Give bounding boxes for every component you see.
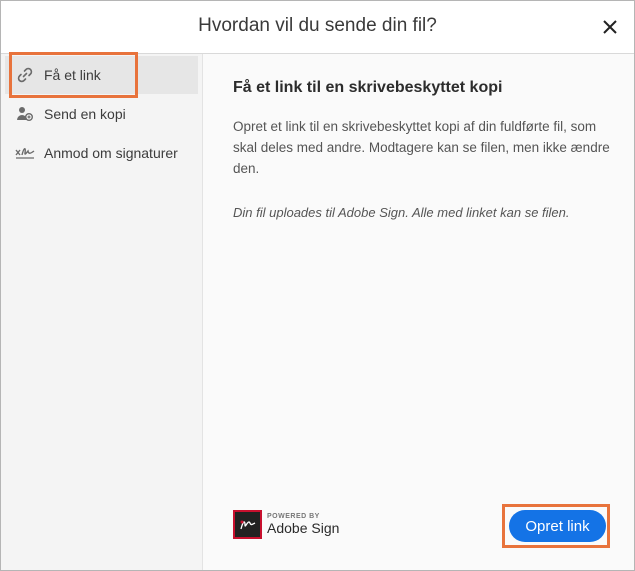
dialog-header: Hvordan vil du sende din fil?: [1, 1, 634, 54]
sidebar-item-label: Anmod om signaturer: [44, 145, 178, 161]
signature-icon: [14, 142, 36, 164]
brand-label: Adobe Sign: [267, 520, 340, 536]
sidebar-item-get-link[interactable]: Få et link: [5, 56, 198, 94]
sidebar-item-label: Få et link: [44, 67, 101, 83]
share-dialog: Hvordan vil du sende din fil? Få et link: [0, 0, 635, 571]
sidebar-item-request-signatures[interactable]: Anmod om signaturer: [5, 134, 198, 172]
sidebar-item-send-copy[interactable]: Send en kopi: [5, 95, 198, 133]
person-copy-icon: [14, 103, 36, 125]
upload-note: Din fil uploades til Adobe Sign. Alle me…: [233, 205, 570, 220]
sidebar-item-label: Send en kopi: [44, 106, 126, 122]
close-icon[interactable]: [598, 15, 622, 39]
powered-by-adobe-sign: POWERED BY Adobe Sign: [233, 510, 339, 539]
main-content: Få et link til en skrivebeskyttet kopi O…: [203, 54, 634, 570]
dialog-title: Hvordan vil du sende din fil?: [198, 15, 437, 36]
link-icon: [14, 64, 36, 86]
content-heading: Få et link til en skrivebeskyttet kopi: [233, 79, 503, 96]
create-link-button[interactable]: Opret link: [509, 510, 606, 542]
powered-by-label: POWERED BY: [267, 513, 320, 520]
sidebar: Få et link Send en kopi Anmod om signatu…: [1, 54, 203, 570]
content-description: Opret et link til en skrivebeskyttet kop…: [233, 119, 610, 176]
adobe-sign-logo-icon: [233, 510, 262, 539]
